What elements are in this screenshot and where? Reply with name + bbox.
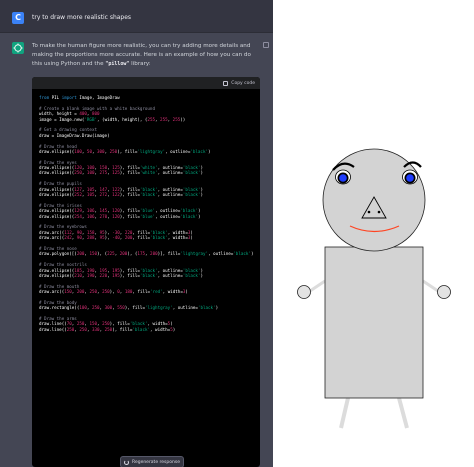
user-message: C try to draw more realistic shapes bbox=[0, 0, 273, 33]
left-hand bbox=[297, 285, 311, 299]
left-iris bbox=[339, 174, 347, 182]
code-block-header: Copy code bbox=[32, 77, 260, 89]
right-nostril bbox=[377, 210, 381, 214]
regenerate-response-button[interactable]: Regenerate response bbox=[120, 456, 184, 467]
clipboard-icon bbox=[223, 80, 229, 86]
body bbox=[324, 246, 424, 399]
code-line: draw.line((250, 250, 330, 250), fill='bl… bbox=[39, 326, 176, 332]
clipboard-icon[interactable] bbox=[263, 42, 269, 48]
assistant-message: To make the human figure more realistic,… bbox=[0, 33, 273, 467]
user-message-text: try to draw more realistic shapes bbox=[32, 14, 132, 21]
figure-canvas bbox=[297, 148, 451, 429]
left-nostril bbox=[367, 210, 371, 214]
left-arm bbox=[309, 279, 326, 293]
left-leg bbox=[339, 397, 350, 429]
right-leg bbox=[397, 397, 409, 429]
chat-pane: C try to draw more realistic shapes To m… bbox=[0, 0, 273, 467]
assistant-intro-text: To make the human figure more realistic,… bbox=[32, 43, 251, 67]
code-block: Copy code from PIL import Image, ImageDr… bbox=[32, 77, 260, 467]
refresh-icon bbox=[124, 459, 130, 465]
user-avatar: C bbox=[12, 12, 24, 24]
copy-code-label: Copy code bbox=[231, 80, 255, 86]
openai-logo-icon bbox=[12, 42, 24, 54]
right-hand bbox=[437, 285, 451, 299]
right-arm bbox=[422, 279, 439, 293]
code-line: draw.polygon([(200, 150), (225, 200), (1… bbox=[39, 251, 254, 257]
right-iris bbox=[406, 174, 414, 182]
copy-code-button[interactable]: Copy code bbox=[223, 80, 255, 86]
regenerate-label: Regenerate response bbox=[132, 459, 180, 465]
code-content: from PIL import Image, ImageDraw # Create… bbox=[32, 89, 260, 338]
library-name: "pillow" bbox=[105, 61, 130, 67]
rendered-figure bbox=[280, 0, 474, 467]
